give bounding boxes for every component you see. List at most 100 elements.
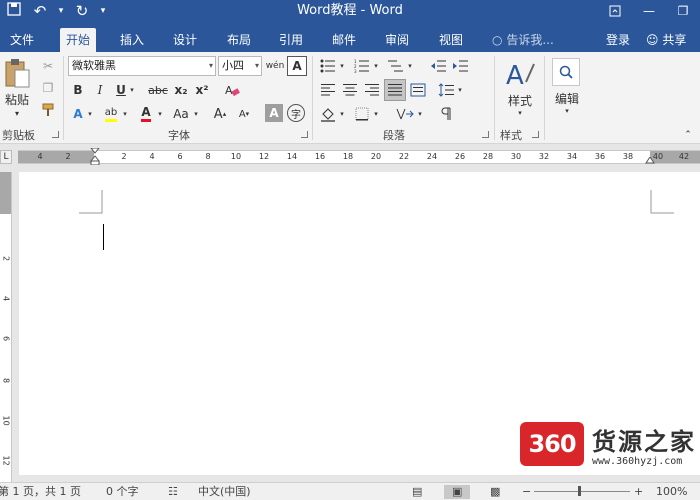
right-indent-marker[interactable] bbox=[645, 157, 655, 165]
customize-qat-icon[interactable]: ▾ bbox=[98, 6, 108, 16]
print-layout-icon[interactable]: ▣ bbox=[444, 485, 471, 499]
save-icon[interactable] bbox=[4, 0, 24, 22]
copy-icon[interactable]: ❐ bbox=[38, 78, 58, 98]
line-spacing-icon[interactable] bbox=[436, 80, 456, 100]
multilevel-list-icon[interactable] bbox=[386, 56, 406, 76]
undo-button[interactable]: ↶ bbox=[30, 0, 50, 22]
proofing-icon[interactable]: ☷ bbox=[168, 485, 178, 499]
zoom-out-button[interactable]: − bbox=[522, 485, 531, 499]
enclose-characters-button[interactable]: 字 bbox=[287, 104, 305, 122]
tab-view[interactable]: 视图 bbox=[433, 28, 469, 52]
tab-layout[interactable]: 布局 bbox=[221, 28, 257, 52]
font-name-combo[interactable]: 微软雅黑 ▾ bbox=[68, 56, 216, 76]
zoom-slider-thumb[interactable] bbox=[578, 486, 581, 496]
maximize-button[interactable]: ❐ bbox=[666, 0, 700, 22]
justify-icon[interactable] bbox=[384, 79, 406, 101]
styles-gallery-icon[interactable]: A bbox=[502, 56, 538, 92]
zoom-in-button[interactable]: + bbox=[634, 485, 643, 499]
align-left-icon[interactable] bbox=[318, 80, 338, 100]
language-indicator[interactable]: 中文(中国) bbox=[198, 485, 251, 499]
highlight-color-button[interactable]: ab bbox=[101, 104, 121, 124]
font-launcher-icon[interactable] bbox=[301, 131, 308, 138]
minimize-button[interactable]: — bbox=[632, 0, 666, 22]
strikethrough-button[interactable]: abc bbox=[145, 80, 171, 100]
chinese-layout-icon[interactable] bbox=[394, 104, 416, 124]
read-mode-icon[interactable]: ▤ bbox=[412, 485, 422, 499]
change-case-button[interactable]: Aa bbox=[170, 104, 192, 124]
highlight-dropdown-icon[interactable]: ▾ bbox=[121, 106, 129, 122]
paragraph-launcher-icon[interactable] bbox=[482, 131, 489, 138]
show-formatting-marks-icon[interactable] bbox=[436, 104, 456, 124]
shrink-font-button[interactable]: A ▾ bbox=[236, 104, 252, 124]
change-case-dropdown-icon[interactable]: ▾ bbox=[192, 106, 200, 122]
bold-button[interactable]: B bbox=[70, 80, 86, 100]
bullets-dropdown-icon[interactable]: ▾ bbox=[338, 58, 346, 74]
numbering-dropdown-icon[interactable]: ▾ bbox=[372, 58, 380, 74]
indent-markers[interactable] bbox=[90, 148, 100, 166]
tab-file[interactable]: 文件 bbox=[4, 28, 40, 52]
ribbon-display-options-icon[interactable] bbox=[598, 0, 632, 22]
multilevel-dropdown-icon[interactable]: ▾ bbox=[406, 58, 414, 74]
page-count[interactable]: 第 1 页，共 1 页 bbox=[0, 485, 81, 499]
borders-icon[interactable] bbox=[352, 104, 372, 124]
share-button[interactable]: ☺ 共享 bbox=[646, 28, 686, 52]
web-layout-icon[interactable]: ▩ bbox=[490, 485, 500, 499]
distributed-icon[interactable] bbox=[408, 80, 428, 100]
align-center-icon[interactable] bbox=[340, 80, 360, 100]
grow-font-button[interactable]: A ▴ bbox=[212, 104, 228, 124]
zoom-level[interactable]: 100% bbox=[656, 485, 687, 499]
text-effects-icon[interactable]: A bbox=[70, 104, 86, 124]
horizontal-ruler[interactable]: 4 2 2 4 6 8 10 12 14 16 18 20 22 24 26 2… bbox=[18, 148, 700, 166]
character-shading-button[interactable]: A bbox=[265, 104, 283, 122]
format-painter-icon[interactable] bbox=[38, 100, 58, 120]
tab-insert[interactable]: 插入 bbox=[114, 28, 150, 52]
tell-me-box[interactable]: ○ 告诉我... bbox=[492, 28, 554, 52]
editing-dropdown-icon[interactable]: ▾ bbox=[561, 106, 573, 116]
bullets-icon[interactable] bbox=[318, 56, 338, 76]
tab-selector[interactable]: L bbox=[0, 150, 12, 164]
phonetic-guide-button[interactable]: wén bbox=[265, 56, 285, 76]
font-size-combo[interactable]: 小四 ▾ bbox=[218, 56, 262, 76]
collapse-ribbon-icon[interactable]: ⌃ bbox=[682, 130, 694, 140]
increase-indent-icon[interactable] bbox=[450, 56, 470, 76]
tab-home[interactable]: 开始 bbox=[60, 28, 97, 52]
chinese-layout-dropdown-icon[interactable]: ▾ bbox=[416, 106, 424, 122]
editing-button-label[interactable]: 编辑 bbox=[550, 90, 584, 106]
vertical-ruler[interactable]: 2 4 6 8 10 12 bbox=[0, 172, 12, 482]
line-spacing-dropdown-icon[interactable]: ▾ bbox=[456, 82, 464, 98]
decrease-indent-icon[interactable] bbox=[428, 56, 448, 76]
tab-references[interactable]: 引用 bbox=[273, 28, 309, 52]
tab-review[interactable]: 审阅 bbox=[379, 28, 415, 52]
subscript-button[interactable]: x₂ bbox=[172, 80, 190, 100]
clipboard-launcher-icon[interactable] bbox=[52, 131, 59, 138]
styles-dropdown-icon[interactable]: ▾ bbox=[514, 108, 526, 118]
paste-button[interactable] bbox=[2, 56, 32, 90]
numbering-icon[interactable]: 123 bbox=[352, 56, 372, 76]
tab-mailings[interactable]: 邮件 bbox=[326, 28, 362, 52]
shading-dropdown-icon[interactable]: ▾ bbox=[338, 106, 346, 122]
font-color-dropdown-icon[interactable]: ▾ bbox=[156, 106, 164, 122]
redo-button[interactable]: ↻ bbox=[72, 0, 92, 22]
styles-launcher-icon[interactable] bbox=[532, 131, 539, 138]
styles-button-label[interactable]: 样式 bbox=[502, 92, 538, 108]
cut-icon[interactable]: ✂ bbox=[38, 56, 58, 76]
shading-icon[interactable] bbox=[318, 104, 338, 124]
tab-design[interactable]: 设计 bbox=[167, 28, 203, 52]
sign-in-link[interactable]: 登录 bbox=[606, 28, 630, 52]
editing-search-icon[interactable] bbox=[552, 58, 580, 86]
undo-dropdown-icon[interactable]: ▾ bbox=[56, 6, 66, 16]
paste-label[interactable]: 粘贴 bbox=[4, 92, 30, 107]
superscript-button[interactable]: x² bbox=[193, 80, 211, 100]
paste-dropdown-icon[interactable]: ▾ bbox=[10, 108, 24, 118]
font-color-button[interactable]: A bbox=[136, 104, 156, 124]
text-effects-dropdown-icon[interactable]: ▾ bbox=[86, 106, 94, 122]
character-border-button[interactable]: A bbox=[287, 56, 307, 76]
word-count[interactable]: 0 个字 bbox=[106, 485, 139, 499]
zoom-slider-track[interactable] bbox=[534, 491, 630, 492]
italic-button[interactable]: I bbox=[92, 80, 108, 100]
clear-formatting-icon[interactable]: A bbox=[222, 80, 242, 100]
underline-button[interactable]: U bbox=[113, 80, 129, 100]
underline-dropdown-icon[interactable]: ▾ bbox=[128, 82, 136, 98]
borders-dropdown-icon[interactable]: ▾ bbox=[372, 106, 380, 122]
align-right-icon[interactable] bbox=[362, 80, 382, 100]
